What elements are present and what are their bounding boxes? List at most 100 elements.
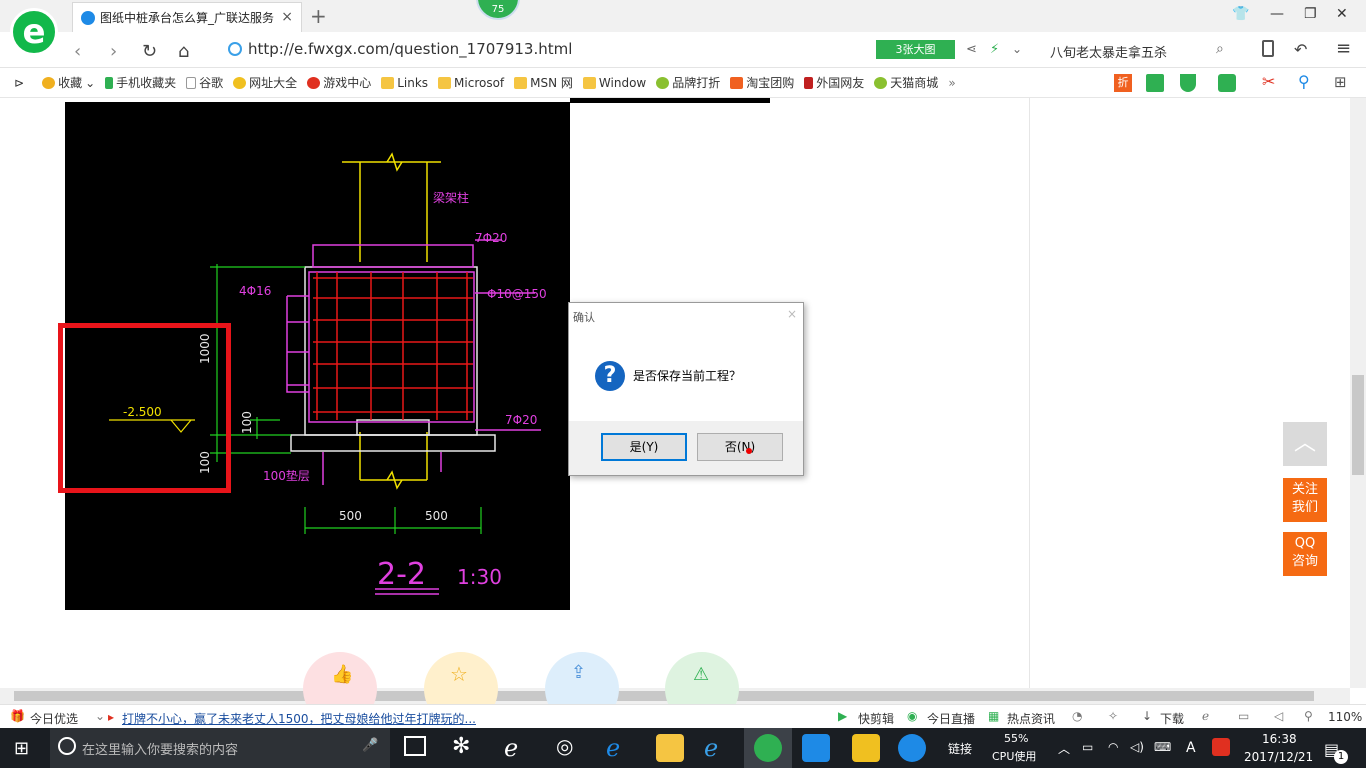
start-button[interactable]: ⊞ (14, 738, 29, 759)
bookmark-item[interactable]: Microsof (438, 76, 504, 90)
minimize-button[interactable]: — (1270, 6, 1284, 22)
horizontal-scroll-thumb[interactable] (14, 691, 1314, 701)
taskbar-search[interactable]: 在这里输入你要搜索的内容 🎤 (50, 728, 390, 768)
360-app-icon[interactable]: ◎ (556, 734, 584, 762)
window-icon[interactable]: ▭ (1238, 709, 1249, 723)
search-icon[interactable]: ⌕ (1216, 41, 1224, 57)
bookmark-item[interactable]: 网址大全 (233, 74, 297, 91)
translate-icon[interactable] (1218, 74, 1236, 92)
tab-close-icon[interactable]: × (281, 9, 293, 25)
ie-icon[interactable]: ℯ (1202, 709, 1209, 723)
edge-icon[interactable]: ℯ (606, 734, 634, 762)
chevron-down-icon[interactable]: ⌄ (95, 709, 105, 723)
bookmark-item[interactable]: Links (381, 76, 428, 90)
keyboard-icon[interactable]: ⌨ (1154, 740, 1171, 754)
page-icon (186, 76, 197, 89)
news-headline-link[interactable]: 打牌不小心，赢了未来老丈人1500，把丈母娘给他过年打牌玩的... (122, 710, 476, 727)
tray-up-icon[interactable]: ︿ (1058, 740, 1070, 757)
bookmarks-more-icon[interactable]: » (948, 76, 955, 90)
bookmark-item[interactable]: 外国网友 (804, 74, 864, 91)
battery-icon[interactable]: ▭ (1082, 740, 1093, 754)
search-input[interactable]: 八旬老太暴走拿五杀 (1050, 42, 1167, 61)
zoom-icon[interactable]: ⚲ (1304, 709, 1313, 723)
live-icon: ◉ (907, 709, 918, 723)
task-view-icon[interactable] (404, 736, 426, 756)
speed-icon[interactable]: ◔ (1072, 709, 1082, 723)
book-icon[interactable] (1146, 74, 1164, 92)
close-window-button[interactable]: ✕ (1336, 6, 1348, 22)
menu-icon[interactable]: ≡ (1336, 38, 1351, 59)
news-bullet-icon: ▸ (108, 710, 115, 724)
zoom-level[interactable]: 110% (1328, 710, 1362, 724)
phone-icon (105, 76, 114, 89)
microphone-icon[interactable]: 🎤 (362, 738, 378, 753)
globe-icon (233, 76, 247, 89)
yes-button[interactable]: 是(Y) (601, 433, 687, 461)
fan-app-icon[interactable]: ✻ (452, 734, 480, 762)
bookmark-item[interactable]: 谷歌 (186, 74, 223, 91)
bookmark-item[interactable]: Window (582, 76, 646, 90)
wifi-icon[interactable]: ◠ (1108, 740, 1118, 754)
highlight-box (58, 323, 231, 493)
shield-icon[interactable] (1180, 74, 1196, 92)
bookmark-item[interactable]: 天猫商城 (874, 74, 938, 91)
zoom-icon[interactable]: ⚲ (1298, 72, 1310, 91)
volume-icon[interactable]: ◁) (1130, 740, 1144, 754)
download-link[interactable]: 下载 (1160, 710, 1184, 727)
follow-us-button[interactable]: 关注 我们 (1283, 478, 1327, 522)
forward-icon[interactable]: › (110, 41, 117, 62)
home-icon[interactable]: ⌂ (178, 41, 189, 62)
bookmark-item[interactable]: 品牌打折 (656, 74, 720, 91)
quick-clip-link[interactable]: 快剪辑 (858, 710, 894, 727)
mute-icon[interactable]: ◁ (1274, 709, 1283, 723)
back-icon[interactable]: ‹ (74, 41, 81, 62)
clock-date[interactable]: 2017/12/21 (1244, 750, 1313, 764)
live-link[interactable]: 今日直播 (927, 710, 975, 727)
lightning-icon[interactable]: ⚡ (990, 42, 999, 57)
bookmark-item[interactable]: MSN 网 (514, 74, 573, 91)
vertical-scroll-thumb[interactable] (1352, 375, 1364, 475)
bookmark-item[interactable]: 淘宝团购 (730, 74, 794, 91)
plus-app-icon[interactable] (802, 734, 830, 762)
tab-active[interactable]: 图纸中桩承台怎么算_广联达服务 × (72, 2, 302, 32)
refresh-icon[interactable]: ↻ (142, 41, 157, 62)
scissors-icon[interactable]: ✂ (1262, 72, 1275, 91)
browser-e-icon[interactable]: ℯ (504, 734, 532, 762)
clock-time[interactable]: 16:38 (1262, 732, 1297, 746)
apps-grid-icon[interactable]: ⊞ (1334, 73, 1347, 91)
qq-consult-button[interactable]: QQ 咨询 (1283, 532, 1327, 576)
tab-title: 图纸中桩承台怎么算_广联达服务 (100, 11, 275, 25)
ime-indicator[interactable]: A (1186, 740, 1196, 756)
skin-icon[interactable]: 👕 (1232, 6, 1249, 22)
undo-icon[interactable]: ↶ (1294, 40, 1307, 59)
notes-app-icon[interactable] (852, 734, 880, 762)
back-to-top-button[interactable]: ︿ (1283, 422, 1327, 466)
pin-icon[interactable]: ✧ (1108, 709, 1118, 723)
discount-icon[interactable]: 折 (1114, 74, 1132, 92)
bookmark-item[interactable]: 收藏 ⌄ (42, 74, 95, 91)
link-label[interactable]: 链接 (948, 740, 972, 757)
daily-picks-label[interactable]: 今日优选 (30, 710, 78, 727)
mobile-icon[interactable] (1262, 40, 1274, 57)
file-explorer-icon[interactable] (656, 734, 684, 762)
taobao-icon (730, 76, 744, 89)
restore-button[interactable]: ❐ (1304, 6, 1317, 22)
chevron-down-icon[interactable]: ⌄ (1012, 42, 1022, 56)
share-icon[interactable]: ⋖ (966, 42, 977, 57)
cpu-percent: 55% (1004, 732, 1029, 745)
url-field[interactable]: http://e.fwxgx.com/question_1707913.html (228, 40, 572, 58)
se-browser-icon[interactable] (754, 734, 782, 762)
no-button[interactable]: 否(N) (697, 433, 783, 461)
browser-logo-icon[interactable]: e (10, 8, 58, 56)
sidebar-toggle-icon[interactable]: ⊳ (14, 76, 24, 90)
bookmark-item[interactable]: 游戏中心 (307, 74, 371, 91)
hot-news-link[interactable]: 热点资讯 (1007, 710, 1055, 727)
sogou-icon[interactable] (1212, 738, 1230, 756)
new-tab-button[interactable]: + (310, 4, 327, 28)
big-image-button[interactable]: 3张大图 (876, 40, 955, 59)
ie-taskbar-icon[interactable]: ℯ (704, 734, 732, 762)
dialog-close-icon[interactable]: × (787, 307, 797, 321)
star-icon (42, 76, 56, 89)
bookmark-item[interactable]: 手机收藏夹 (105, 74, 176, 91)
g-app-icon[interactable] (898, 734, 926, 762)
